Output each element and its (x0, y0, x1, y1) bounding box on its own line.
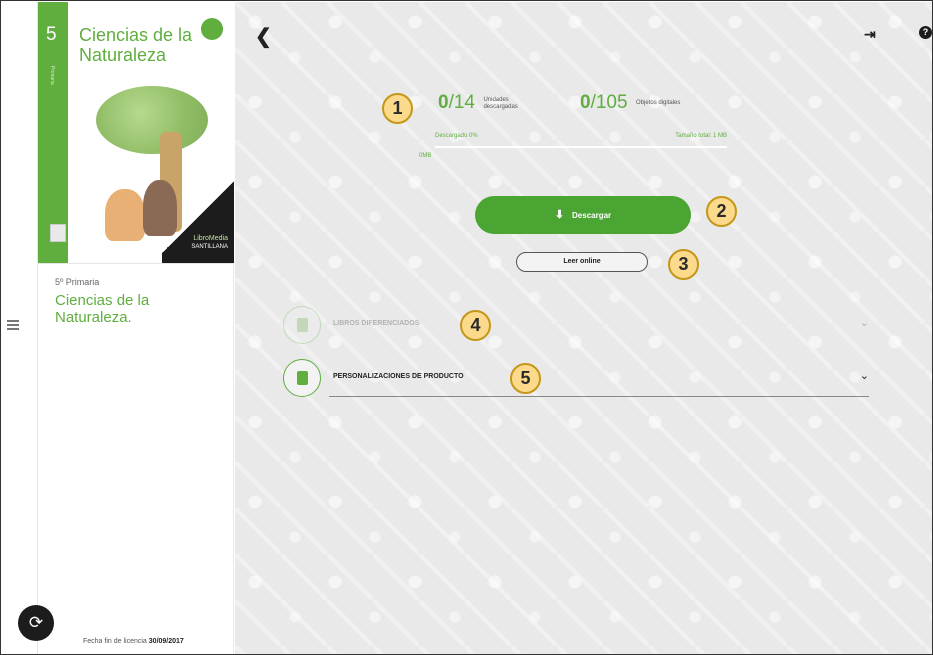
license-date: 30/09/2017 (148, 638, 184, 645)
callout-marker-1: 1 (382, 93, 413, 124)
callout-marker-4: 4 (460, 310, 491, 341)
download-progress-bar (435, 146, 727, 148)
exit-icon[interactable]: ⇥ (864, 26, 876, 43)
units-label: Unidades descargadas (483, 96, 518, 110)
objects-done: 0 (580, 92, 591, 113)
callout-marker-5: 5 (510, 363, 541, 394)
section-libros-diferenciados[interactable]: LIBROS DIFERENCIADOS ⌄ (283, 306, 883, 346)
cover-badge (50, 224, 66, 242)
sync-icon[interactable]: ⟳ (18, 605, 54, 641)
child-illustration (105, 189, 145, 241)
section-personalizaciones[interactable]: PERSONALIZACIONES DE PRODUCTO ⌄ (283, 359, 883, 399)
license-label: Fecha fin de licencia (83, 638, 147, 645)
objects-total: /105 (590, 92, 628, 113)
logo-santillana: SANTILLANA (191, 244, 228, 250)
tree-illustration (96, 86, 208, 154)
units-total: /14 (448, 92, 475, 113)
main-panel: ❮ ⇥ ? 0/14 Unidades descargadas 0/105 Ob… (235, 2, 932, 654)
units-stat: 0/14 Unidades descargadas (438, 92, 529, 114)
download-button[interactable]: ⬇ Descargar (475, 196, 691, 234)
cover-seal (201, 18, 223, 40)
cover-spine-text: Primaria (49, 66, 55, 85)
callout-marker-2: 2 (706, 196, 737, 227)
book-cover: 5 Primaria Ciencias de la Naturaleza Lib… (38, 2, 234, 264)
download-icon: ⬇ (554, 209, 565, 221)
help-icon[interactable]: ? (919, 26, 932, 39)
progress-labels: Descargado 0% Tamaño total: 1 MB (435, 133, 727, 139)
chevron-down-icon: ⌄ (859, 317, 869, 329)
cover-grade-number: 5 (46, 24, 57, 45)
downloaded-label: Descargado 0% (435, 133, 478, 139)
download-label: Descargar (572, 211, 612, 220)
chevron-down-icon: ⌄ (859, 370, 869, 382)
publisher-logo: LibroMedia SANTILLANA (182, 235, 228, 251)
section-title: PERSONALIZACIONES DE PRODUCTO (333, 373, 464, 380)
back-icon[interactable]: ❮ (255, 24, 272, 49)
objects-stat: 0/105 Objetos digitales (580, 92, 682, 114)
section-title: LIBROS DIFERENCIADOS (333, 320, 420, 327)
sidebar: 5 Primaria Ciencias de la Naturaleza Lib… (38, 2, 234, 654)
section-divider (329, 396, 869, 397)
license-info: Fecha fin de licencia 30/09/2017 (83, 638, 184, 645)
book-title: Ciencias de la Naturaleza. (55, 292, 150, 326)
size-label: Tamaño total: 1 MB (675, 133, 727, 139)
book-icon (283, 306, 321, 344)
logo-librommedia: LibroMedia (193, 235, 228, 242)
grade-label: 5º Primaria (55, 277, 100, 287)
book-icon (283, 359, 321, 397)
callout-marker-3: 3 (668, 249, 699, 280)
cover-title: Ciencias de la Naturaleza (79, 25, 193, 65)
objects-label: Objetos digitales (636, 100, 681, 107)
read-online-button[interactable]: Leer online (516, 252, 648, 272)
app-window: ⟳ 5 Primaria Ciencias de la Naturaleza L… (0, 0, 933, 655)
units-done: 0 (438, 92, 449, 113)
menu-icon[interactable] (7, 320, 19, 330)
left-rail (2, 2, 38, 654)
progress-start-label: 0MB (419, 153, 432, 159)
